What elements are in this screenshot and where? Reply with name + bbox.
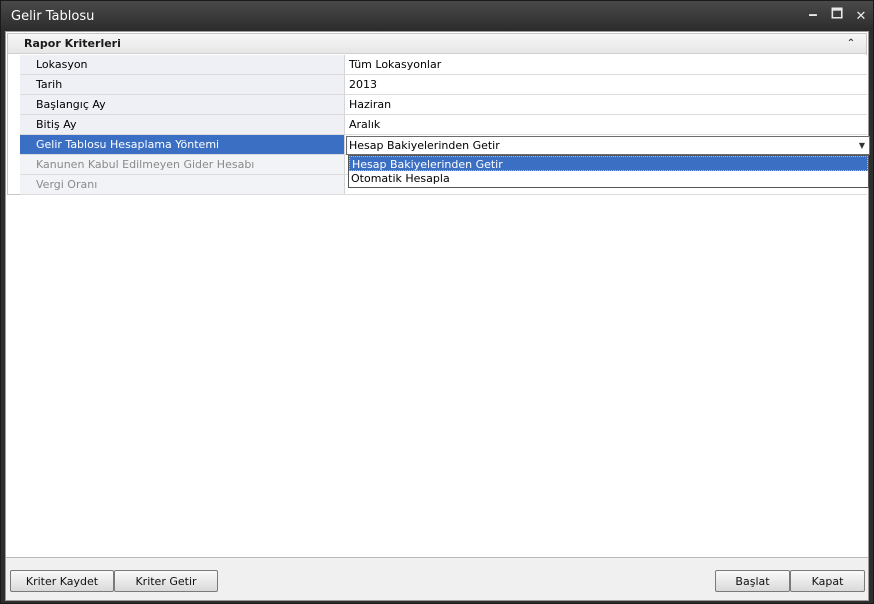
button-bar: Kriter Kaydet Kriter Getir Başlat Kapat xyxy=(6,559,868,600)
dropdown-option[interactable]: Otomatik Hesapla xyxy=(349,171,868,186)
kapat-button[interactable]: Kapat xyxy=(790,570,865,592)
property-value[interactable]: Haziran xyxy=(345,95,867,114)
property-label: Lokasyon xyxy=(20,55,345,74)
baslat-button[interactable]: Başlat xyxy=(715,570,790,592)
window-title: Gelir Tablosu xyxy=(11,8,95,24)
content-panel: Rapor Kriterleri ⌃ Lokasyon Tüm Lokasyon… xyxy=(6,32,870,558)
property-label: Başlangıç Ay xyxy=(20,95,345,114)
property-value[interactable]: Aralık xyxy=(345,115,867,134)
combobox-value: Hesap Bakiyelerinden Getir xyxy=(349,139,500,152)
hesaplama-yontemi-dropdown: Hesap Bakiyelerinden Getir Otomatik Hesa… xyxy=(348,155,869,188)
gelir-tablosu-window: Gelir Tablosu 🗕 🗖 ✕ Rapor Kriterleri ⌃ L… xyxy=(0,0,874,604)
client-area: Rapor Kriterleri ⌃ Lokasyon Tüm Lokasyon… xyxy=(5,31,870,601)
property-row-tarih[interactable]: Tarih 2013 xyxy=(20,75,867,95)
property-row-bitis-ay[interactable]: Bitiş Ay Aralık xyxy=(20,115,867,135)
property-label: Tarih xyxy=(20,75,345,94)
property-label: Gelir Tablosu Hesaplama Yöntemi xyxy=(20,135,345,154)
kriter-getir-button[interactable]: Kriter Getir xyxy=(114,570,218,592)
criteria-group: Rapor Kriterleri ⌃ Lokasyon Tüm Lokasyon… xyxy=(7,33,870,195)
criteria-group-title: Rapor Kriterleri xyxy=(24,37,121,50)
title-bar[interactable]: Gelir Tablosu 🗕 🗖 ✕ xyxy=(1,1,873,31)
property-label: Kanunen Kabul Edilmeyen Gider Hesabı xyxy=(20,155,345,174)
collapse-icon[interactable]: ⌃ xyxy=(844,37,858,51)
dropdown-option[interactable]: Hesap Bakiyelerinden Getir xyxy=(349,156,868,171)
maximize-icon[interactable]: 🗖 xyxy=(825,6,849,26)
property-label: Vergi Oranı xyxy=(20,175,345,194)
hesaplama-yontemi-combobox[interactable]: Hesap Bakiyelerinden Getir ▼ xyxy=(346,136,870,155)
property-value[interactable]: 2013 xyxy=(345,75,867,94)
chevron-down-icon[interactable]: ▼ xyxy=(855,141,869,150)
property-value[interactable]: Tüm Lokasyonlar xyxy=(345,55,867,74)
kriter-kaydet-button[interactable]: Kriter Kaydet xyxy=(10,570,114,592)
property-label: Bitiş Ay xyxy=(20,115,345,134)
property-row-baslangic-ay[interactable]: Başlangıç Ay Haziran xyxy=(20,95,867,115)
close-icon[interactable]: ✕ xyxy=(849,6,873,26)
criteria-group-header[interactable]: Rapor Kriterleri ⌃ xyxy=(8,34,866,54)
property-row-lokasyon[interactable]: Lokasyon Tüm Lokasyonlar xyxy=(20,55,867,75)
minimize-icon[interactable]: 🗕 xyxy=(801,6,825,26)
